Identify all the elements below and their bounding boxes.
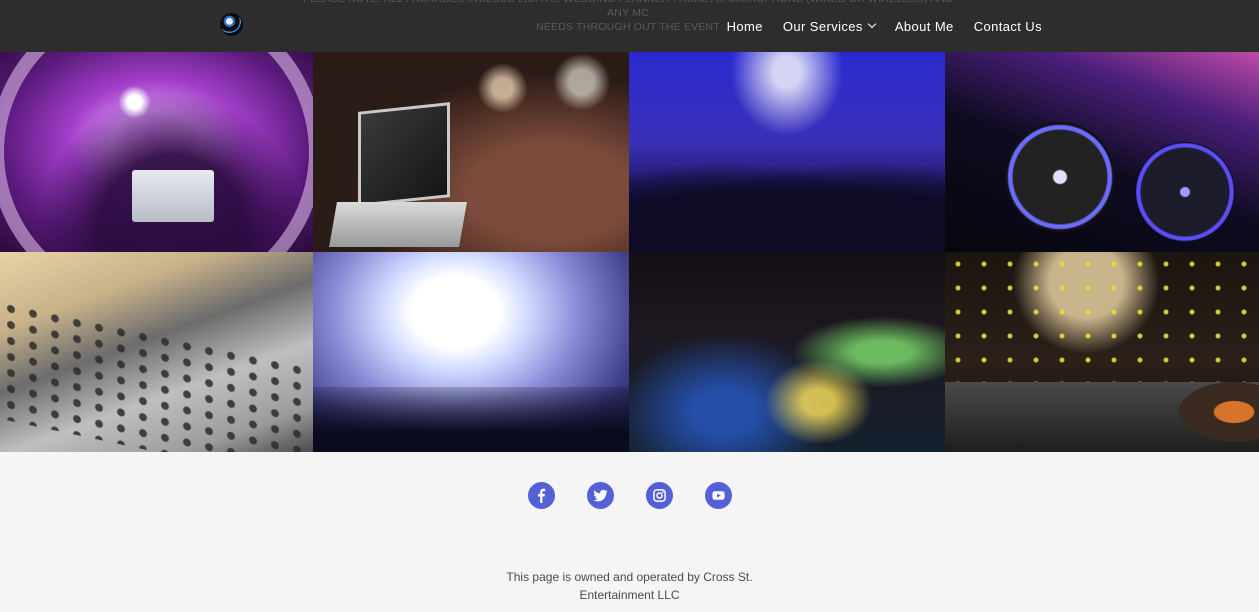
site-header: PLEASE NOTE: ALL PACKAGES INCLUDE LIGHTS… [0,0,1259,52]
gallery-image-laptop-crowd[interactable] [313,52,629,252]
gallery-image-mixer[interactable] [0,252,313,452]
facebook-icon [538,488,546,503]
youtube-link[interactable] [705,482,732,509]
gallery-image-blue-crowd[interactable] [629,52,945,252]
gallery-image-turntables[interactable] [945,52,1259,252]
nav-home-label: Home [726,18,763,34]
nav-our-services[interactable]: Our Services [782,18,877,34]
ownership-line-1: This page is owned and operated by Cross… [506,570,753,584]
nav-our-services-label: Our Services [782,18,863,34]
chevron-down-icon [867,19,877,29]
gallery-image-dj-hands[interactable] [945,252,1259,452]
youtube-icon [712,491,725,500]
social-links [528,482,732,509]
nav-about-me-label: About Me [894,18,954,34]
nav-home[interactable]: Home [727,19,763,34]
nav-contact-us-label: Contact Us [973,18,1042,34]
ownership-notice: This page is owned and operated by Cross… [0,568,1259,604]
site-logo[interactable] [220,13,243,36]
twitter-link[interactable] [587,482,614,509]
nav-about-me[interactable]: About Me [895,19,954,34]
photo-gallery [0,52,1259,452]
instagram-link[interactable] [646,482,673,509]
site-footer: This page is owned and operated by Cross… [0,452,1259,612]
instagram-icon [653,489,666,502]
main-nav: Home Our Services About Me Contact Us [727,0,1042,52]
gallery-image-dj-purple[interactable] [0,52,313,252]
ownership-line-2: Entertainment LLC [579,588,680,602]
gallery-image-event-hall[interactable] [629,252,945,452]
facebook-link[interactable] [528,482,555,509]
gallery-image-confetti-crowd[interactable] [313,252,629,452]
nav-contact-us[interactable]: Contact Us [974,19,1042,34]
twitter-icon [593,489,608,502]
